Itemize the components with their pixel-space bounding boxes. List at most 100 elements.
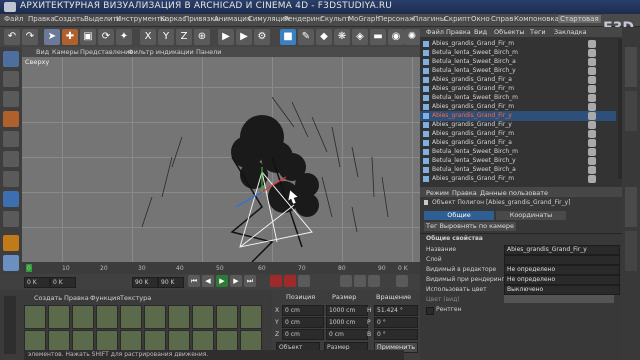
vp-menu-view[interactable]: Вид bbox=[36, 48, 49, 56]
x-axis-lock-icon[interactable]: X bbox=[140, 29, 156, 45]
scale-key-icon[interactable] bbox=[354, 275, 366, 287]
keyframe-selection-icon[interactable] bbox=[298, 275, 310, 287]
menu-create[interactable]: Создать bbox=[54, 15, 84, 23]
undo-icon[interactable]: ↶ bbox=[4, 29, 20, 45]
viewport-top[interactable]: Сверху bbox=[22, 57, 420, 262]
material-tile[interactable] bbox=[24, 305, 46, 329]
om-menu-file[interactable]: Файл bbox=[426, 28, 444, 36]
menu-layout[interactable]: Компоновка bbox=[514, 15, 559, 23]
polygons-mode-icon[interactable] bbox=[3, 171, 19, 187]
floor-icon[interactable]: ▬ bbox=[370, 29, 386, 45]
display-color-swatch[interactable] bbox=[504, 295, 614, 303]
use-color-dropdown[interactable]: Выключено bbox=[504, 285, 620, 295]
menu-script[interactable]: Скрипт bbox=[444, 15, 471, 23]
xray-checkbox[interactable] bbox=[426, 307, 434, 315]
edges-mode-icon[interactable] bbox=[3, 151, 19, 167]
material-tile[interactable] bbox=[96, 305, 118, 329]
layer-field[interactable] bbox=[504, 255, 620, 265]
position-y-field[interactable]: 0 cm bbox=[282, 317, 324, 328]
position-x-field[interactable]: 0 cm bbox=[282, 305, 324, 316]
position-z-field[interactable]: 0 cm bbox=[282, 329, 324, 340]
attr-menu-mode[interactable]: Режим bbox=[426, 189, 449, 197]
phong-tag-icon[interactable] bbox=[588, 85, 596, 93]
tab-attributes[interactable] bbox=[625, 187, 637, 227]
material-tile[interactable] bbox=[216, 305, 238, 329]
points-mode-icon[interactable] bbox=[3, 131, 19, 147]
mat-menu-create[interactable]: Создать bbox=[34, 294, 62, 302]
y-axis-lock-icon[interactable]: Y bbox=[158, 29, 174, 45]
phong-tag-icon[interactable] bbox=[588, 157, 596, 165]
menu-simulation[interactable]: Симуляция bbox=[248, 15, 289, 23]
menu-file[interactable]: Файл bbox=[4, 15, 23, 23]
vp-menu-filter[interactable]: Фильтр индикации bbox=[128, 48, 194, 56]
model-mode-icon[interactable] bbox=[3, 71, 19, 87]
deformer-icon[interactable]: ◈ bbox=[352, 29, 368, 45]
material-tile[interactable] bbox=[48, 305, 70, 329]
play-icon[interactable]: ▶ bbox=[216, 275, 228, 287]
om-menu-view[interactable]: Вид bbox=[474, 28, 487, 36]
material-tile[interactable] bbox=[192, 305, 214, 329]
om-menu-tags[interactable]: Теги bbox=[530, 28, 546, 36]
cube-icon[interactable]: ■ bbox=[280, 29, 296, 45]
scale-icon[interactable]: ▣ bbox=[80, 29, 96, 45]
phong-tag-icon[interactable] bbox=[588, 121, 596, 129]
phong-tag-icon[interactable] bbox=[588, 175, 596, 183]
vp-menu-panels[interactable]: Панели bbox=[196, 48, 222, 56]
render-view-icon[interactable]: ▶ bbox=[218, 29, 234, 45]
om-menu-edit[interactable]: Правка bbox=[446, 28, 471, 36]
tab-objects[interactable] bbox=[625, 47, 637, 87]
phong-tag-icon[interactable] bbox=[588, 67, 596, 75]
phong-tag-icon[interactable] bbox=[588, 112, 596, 120]
material-tile[interactable] bbox=[120, 305, 142, 329]
vp-menu-cameras[interactable]: Камеры bbox=[52, 48, 79, 56]
live-select-icon[interactable]: ➤ bbox=[44, 29, 60, 45]
end-frame-field[interactable]: 90 K bbox=[132, 277, 158, 288]
snap-icon[interactable] bbox=[3, 235, 19, 251]
next-key-icon[interactable]: ▶ bbox=[230, 275, 242, 287]
menu-render[interactable]: Рендеринг bbox=[284, 15, 324, 23]
menu-window[interactable]: Окно bbox=[471, 15, 490, 23]
render-settings-icon[interactable]: ⚙ bbox=[254, 29, 270, 45]
phong-tag-icon[interactable] bbox=[588, 139, 596, 147]
phong-tag-icon[interactable] bbox=[588, 94, 596, 102]
light-icon[interactable]: ✺ bbox=[404, 29, 420, 45]
move-icon[interactable]: ✚ bbox=[62, 29, 78, 45]
object-list-item[interactable]: Abies_grandis_Grand_Fir_m bbox=[420, 174, 616, 184]
phong-tag-icon[interactable] bbox=[588, 166, 596, 174]
current-frame-field[interactable]: 0 K bbox=[50, 277, 76, 288]
menu-mograph[interactable]: MoGraph bbox=[348, 15, 380, 23]
coordinate-system-icon[interactable]: ⊕ bbox=[194, 29, 210, 45]
start-frame-field[interactable]: 0 K bbox=[24, 277, 50, 288]
rotation-p-field[interactable]: 0 ° bbox=[374, 317, 418, 328]
make-editable-icon[interactable] bbox=[3, 51, 19, 67]
phong-tag-icon[interactable] bbox=[588, 49, 596, 57]
material-tile[interactable] bbox=[144, 305, 166, 329]
tweak-mode-icon[interactable] bbox=[3, 211, 19, 227]
phong-tag-icon[interactable] bbox=[588, 103, 596, 111]
phong-tag-icon[interactable] bbox=[588, 40, 596, 48]
tab-align-to-camera[interactable]: Тег Выровнять по камере bbox=[424, 222, 516, 231]
rotation-key-icon[interactable] bbox=[368, 275, 380, 287]
size-z-field[interactable]: 0 cm bbox=[326, 329, 368, 340]
timeline-ruler[interactable]: 0 10 20 30 40 50 60 70 80 90 0 K bbox=[22, 262, 420, 274]
preview-end-field[interactable]: 90 K bbox=[158, 277, 184, 288]
subdivision-icon[interactable]: ◆ bbox=[316, 29, 332, 45]
menu-edit[interactable]: Правка bbox=[28, 15, 55, 23]
mat-menu-texture[interactable]: Текстура bbox=[120, 294, 151, 302]
position-key-icon[interactable] bbox=[340, 275, 352, 287]
menu-help[interactable]: Справ bbox=[491, 15, 513, 23]
menu-plugins[interactable]: Плагины bbox=[413, 15, 445, 23]
z-axis-lock-icon[interactable]: Z bbox=[176, 29, 192, 45]
tab-content-browser[interactable] bbox=[625, 91, 637, 131]
lock-workplane-icon[interactable] bbox=[3, 255, 19, 271]
rotation-b-field[interactable]: 0 ° bbox=[374, 329, 418, 340]
size-y-field[interactable]: 1000 cm bbox=[326, 317, 368, 328]
material-tile[interactable] bbox=[72, 305, 94, 329]
om-menu-objects[interactable]: Объекты bbox=[494, 28, 525, 36]
goto-start-icon[interactable]: ⏮ bbox=[188, 275, 200, 287]
name-field[interactable]: Abies_grandis_Grand_Fir_y bbox=[504, 245, 620, 255]
phong-tag-icon[interactable] bbox=[588, 58, 596, 66]
mat-menu-function[interactable]: Функция bbox=[90, 294, 120, 302]
axis-mode-icon[interactable] bbox=[3, 191, 19, 207]
redo-icon[interactable]: ↷ bbox=[22, 29, 38, 45]
